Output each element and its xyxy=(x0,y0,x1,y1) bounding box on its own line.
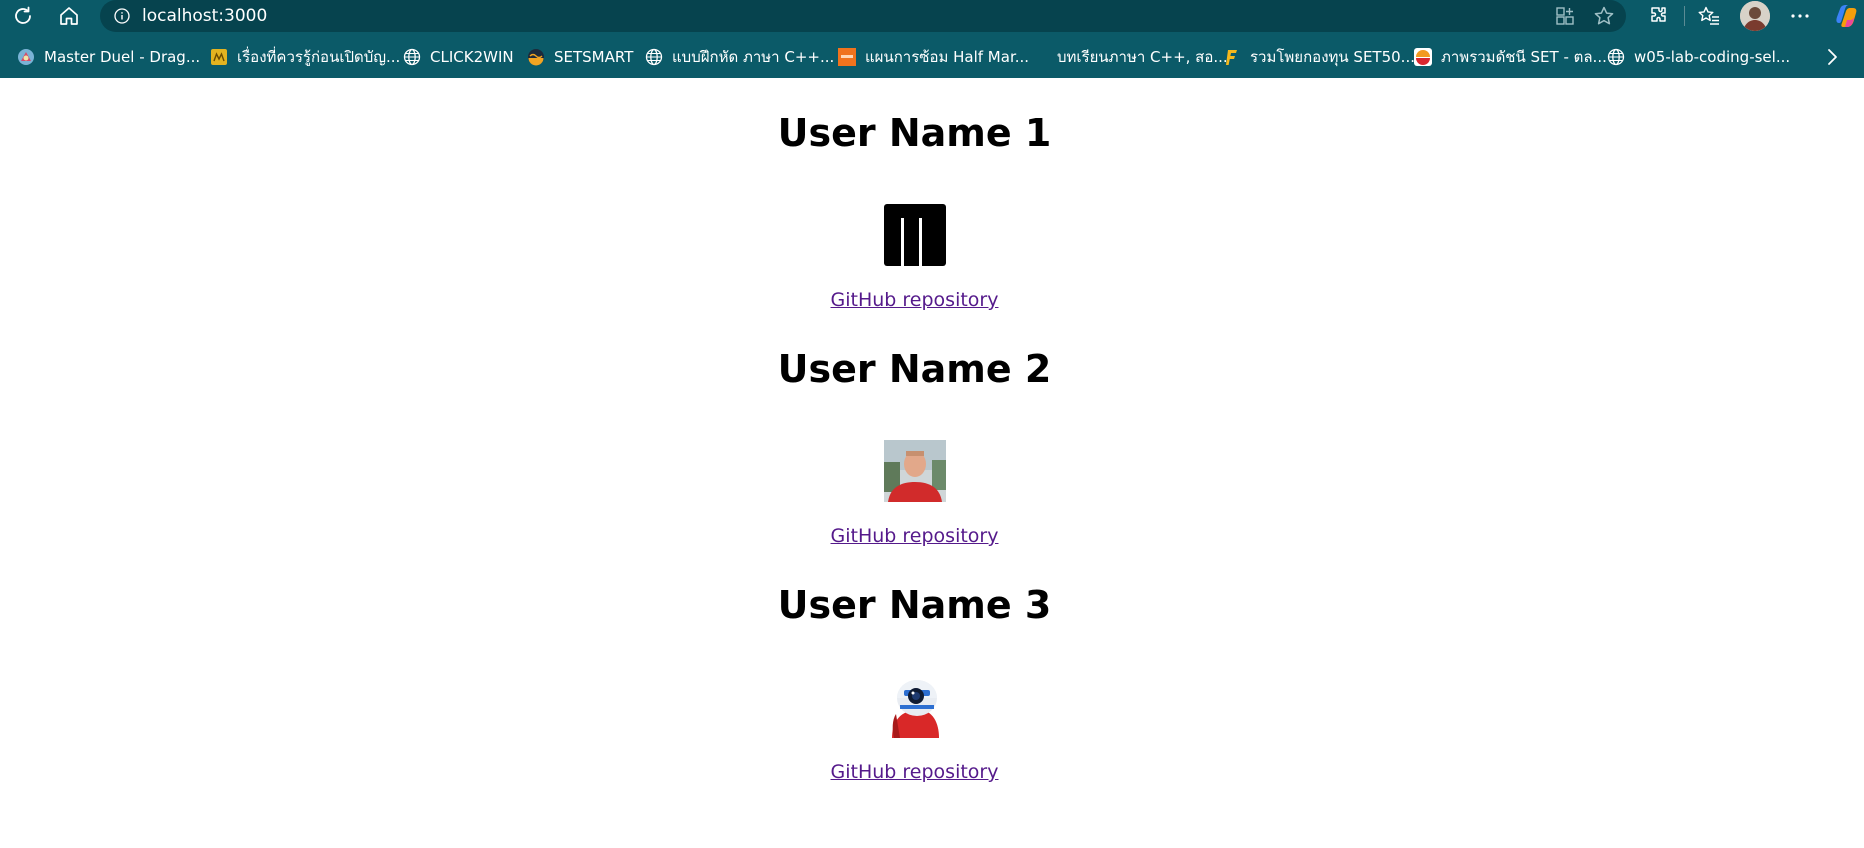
more-options-button[interactable] xyxy=(1786,3,1814,29)
copilot-icon xyxy=(1836,5,1857,27)
globe-icon xyxy=(645,48,663,66)
github-repository-link[interactable]: GitHub repository xyxy=(0,525,1829,547)
bookmark-label: แผนการซ้อม Half Mar... xyxy=(865,48,1030,66)
refresh-icon xyxy=(15,6,31,24)
copilot-button[interactable] xyxy=(1832,3,1860,29)
bookmark-label: ภาพรวมดัชนี SET - ตล... xyxy=(1441,48,1607,66)
profile-photo-icon xyxy=(884,440,946,502)
browser-chrome: localhost:3000 Master Duel - Drag... เรื… xyxy=(0,0,1864,78)
apps-icon xyxy=(1556,7,1574,25)
bookmark-label: Master Duel - Drag... xyxy=(44,48,201,66)
bookmark-cpp-lesson[interactable]: บทเรียนภาษา C++, สอ... xyxy=(1030,45,1228,69)
puzzle-icon xyxy=(1651,7,1666,22)
orange-site-icon xyxy=(838,48,856,66)
chevron-right-icon[interactable] xyxy=(1820,45,1844,69)
extensions-button[interactable] xyxy=(1645,3,1673,29)
bank-icon xyxy=(210,48,228,66)
game-icon xyxy=(17,48,35,66)
bookmark-half-marathon[interactable]: แผนการซ้อม Half Mar... xyxy=(838,45,1029,69)
user-name-heading: User Name 3 xyxy=(777,583,1052,627)
blank-icon xyxy=(1030,48,1048,66)
bookmark-set-index[interactable]: ภาพรวมดัชนี SET - ตล... xyxy=(1414,45,1607,69)
r2d2-hoodie-icon xyxy=(884,676,946,738)
bookmark-click2win[interactable]: CLICK2WIN xyxy=(403,45,514,69)
ellipsis-icon xyxy=(1791,14,1809,18)
user-avatar-2 xyxy=(884,440,946,502)
bookmark-label: SETSMART xyxy=(554,48,634,66)
page-content: User Name 1 GitHub repository User Name … xyxy=(0,78,1864,848)
user-name-heading: User Name 1 xyxy=(777,111,1052,155)
info-icon[interactable] xyxy=(114,8,130,24)
bookmark-label: เรื่องที่ควรรู้ก่อนเปิดบัญ... xyxy=(237,48,401,66)
home-icon xyxy=(60,7,78,25)
bookmark-set50-fund[interactable]: รวมโพยกองทุน SET50... xyxy=(1223,45,1415,69)
user-avatar-3 xyxy=(884,676,946,738)
bookmark-w05-lab[interactable]: w05-lab-coding-sel... xyxy=(1607,45,1790,69)
bookmarks-bar: Master Duel - Drag... เรื่องที่ควรรู้ก่อ… xyxy=(0,41,1864,73)
github-repository-link[interactable]: GitHub repository xyxy=(0,761,1829,783)
bookmark-label: บทเรียนภาษา C++, สอ... xyxy=(1057,48,1228,66)
bookmark-master-duel[interactable]: Master Duel - Drag... xyxy=(17,45,200,69)
profile-photo-icon xyxy=(1740,1,1770,31)
bookmark-cpp-exercise[interactable]: แบบฝึกหัด ภาษา C++... xyxy=(645,45,834,69)
user-name-heading: User Name 2 xyxy=(777,347,1052,391)
bookmark-bank-article[interactable]: เรื่องที่ควรรู้ก่อนเปิดบัญ... xyxy=(210,45,400,69)
toolbar-divider xyxy=(1684,6,1685,26)
favorites-button[interactable] xyxy=(1695,3,1723,29)
setsmart-icon xyxy=(527,48,545,66)
f-logo-icon xyxy=(1223,48,1241,66)
github-repository-link[interactable]: GitHub repository xyxy=(0,289,1829,311)
app-available-button[interactable] xyxy=(1551,3,1579,29)
user-avatar-1 xyxy=(884,204,946,266)
bookmark-label: w05-lab-coding-sel... xyxy=(1634,48,1791,66)
globe-icon xyxy=(1607,48,1625,66)
globe-icon xyxy=(403,48,421,66)
browser-nav-row: localhost:3000 xyxy=(0,0,1864,33)
address-bar[interactable]: localhost:3000 xyxy=(100,0,1626,32)
favorite-star-button[interactable] xyxy=(1590,3,1618,29)
bookmark-label: แบบฝึกหัด ภาษา C++... xyxy=(672,48,835,66)
star-icon xyxy=(1594,6,1614,25)
home-button[interactable] xyxy=(54,2,84,30)
url-text[interactable]: localhost:3000 xyxy=(142,6,267,26)
favorites-list-icon xyxy=(1698,6,1719,25)
bookmark-setsmart[interactable]: SETSMART xyxy=(527,45,633,69)
bookmark-label: CLICK2WIN xyxy=(430,48,514,66)
black-block-logo-icon xyxy=(884,204,946,266)
set-logo-icon xyxy=(1414,48,1432,66)
profile-avatar[interactable] xyxy=(1740,1,1770,31)
refresh-button[interactable] xyxy=(8,2,38,30)
bookmark-label: รวมโพยกองทุน SET50... xyxy=(1250,48,1415,66)
